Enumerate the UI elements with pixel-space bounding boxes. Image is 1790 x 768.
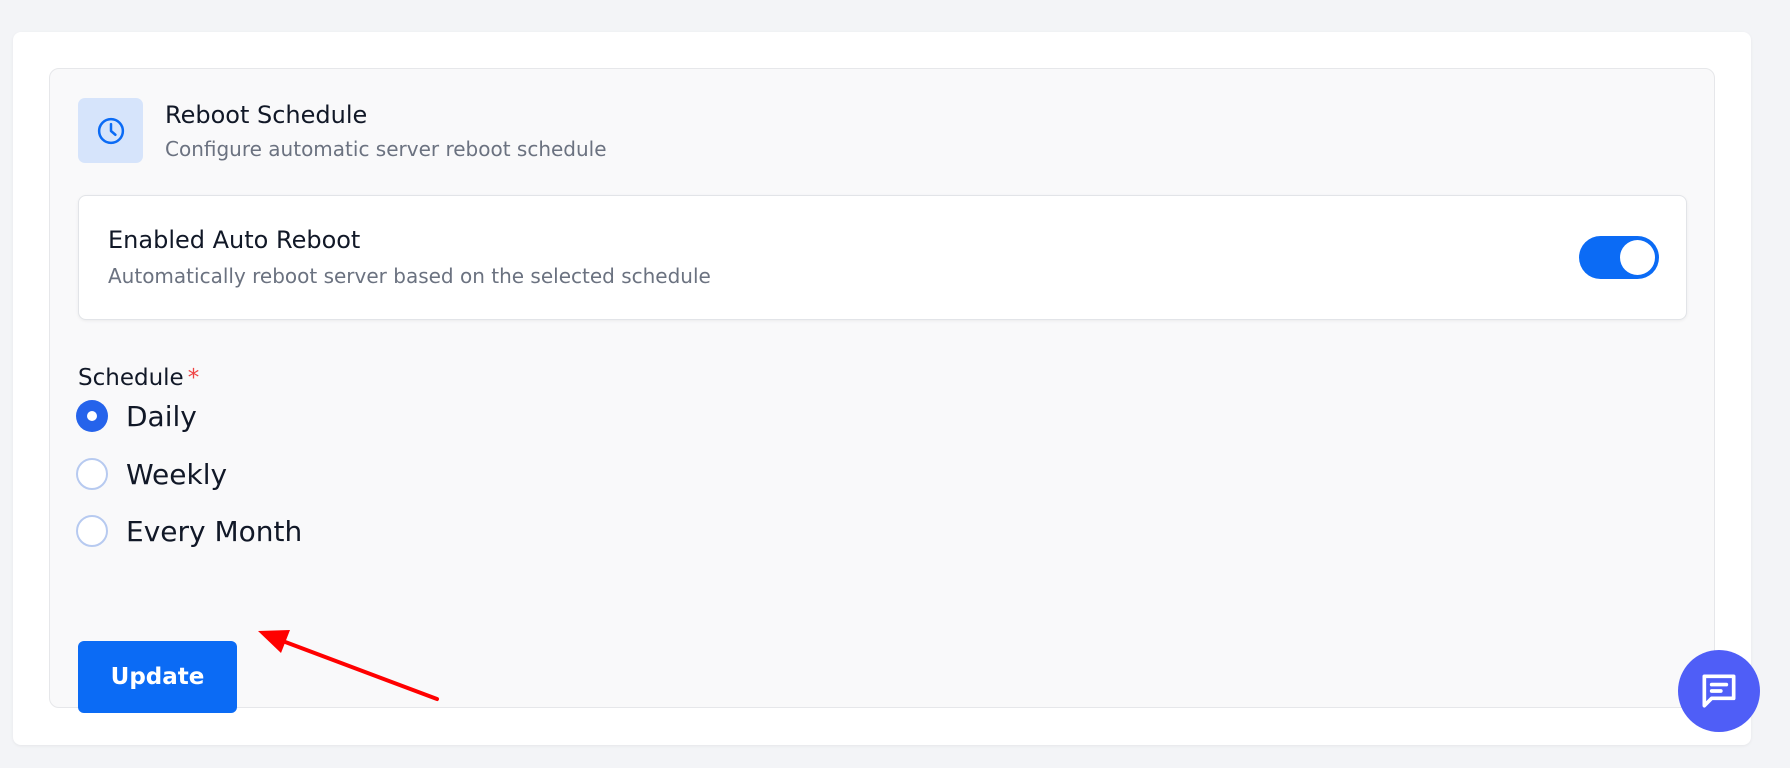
auto-reboot-card: Enabled Auto Reboot Automatically reboot… — [78, 195, 1687, 320]
radio-option-weekly[interactable]: Weekly — [76, 454, 227, 494]
auto-reboot-toggle[interactable] — [1579, 236, 1659, 279]
auto-reboot-title: Enabled Auto Reboot — [108, 226, 361, 254]
auto-reboot-description: Automatically reboot server based on the… — [108, 264, 711, 288]
radio-label-daily: Daily — [126, 399, 197, 433]
section-subtitle: Configure automatic server reboot schedu… — [165, 137, 607, 161]
radio-button-every-month[interactable] — [76, 515, 108, 547]
radio-label-every-month: Every Month — [126, 514, 303, 548]
radio-label-weekly: Weekly — [126, 457, 228, 491]
annotation-arrow — [258, 630, 439, 701]
schedule-label: Schedule * — [78, 365, 199, 391]
clock-icon — [97, 117, 124, 144]
section-title: Reboot Schedule — [165, 101, 368, 129]
radio-option-daily[interactable]: Daily — [76, 396, 197, 436]
clock-icon-container — [78, 98, 143, 163]
update-button[interactable]: Update — [78, 641, 237, 713]
radio-button-daily[interactable] — [76, 400, 108, 432]
schedule-label-text: Schedule — [78, 365, 184, 391]
required-marker: * — [187, 365, 200, 391]
reboot-schedule-section: Reboot Schedule Configure automatic serv… — [49, 68, 1715, 713]
chat-icon — [1702, 674, 1736, 708]
chat-button[interactable] — [1678, 650, 1760, 732]
radio-option-every-month[interactable]: Every Month — [76, 511, 302, 551]
toggle-knob — [1620, 240, 1655, 275]
radio-button-weekly[interactable] — [76, 458, 108, 490]
